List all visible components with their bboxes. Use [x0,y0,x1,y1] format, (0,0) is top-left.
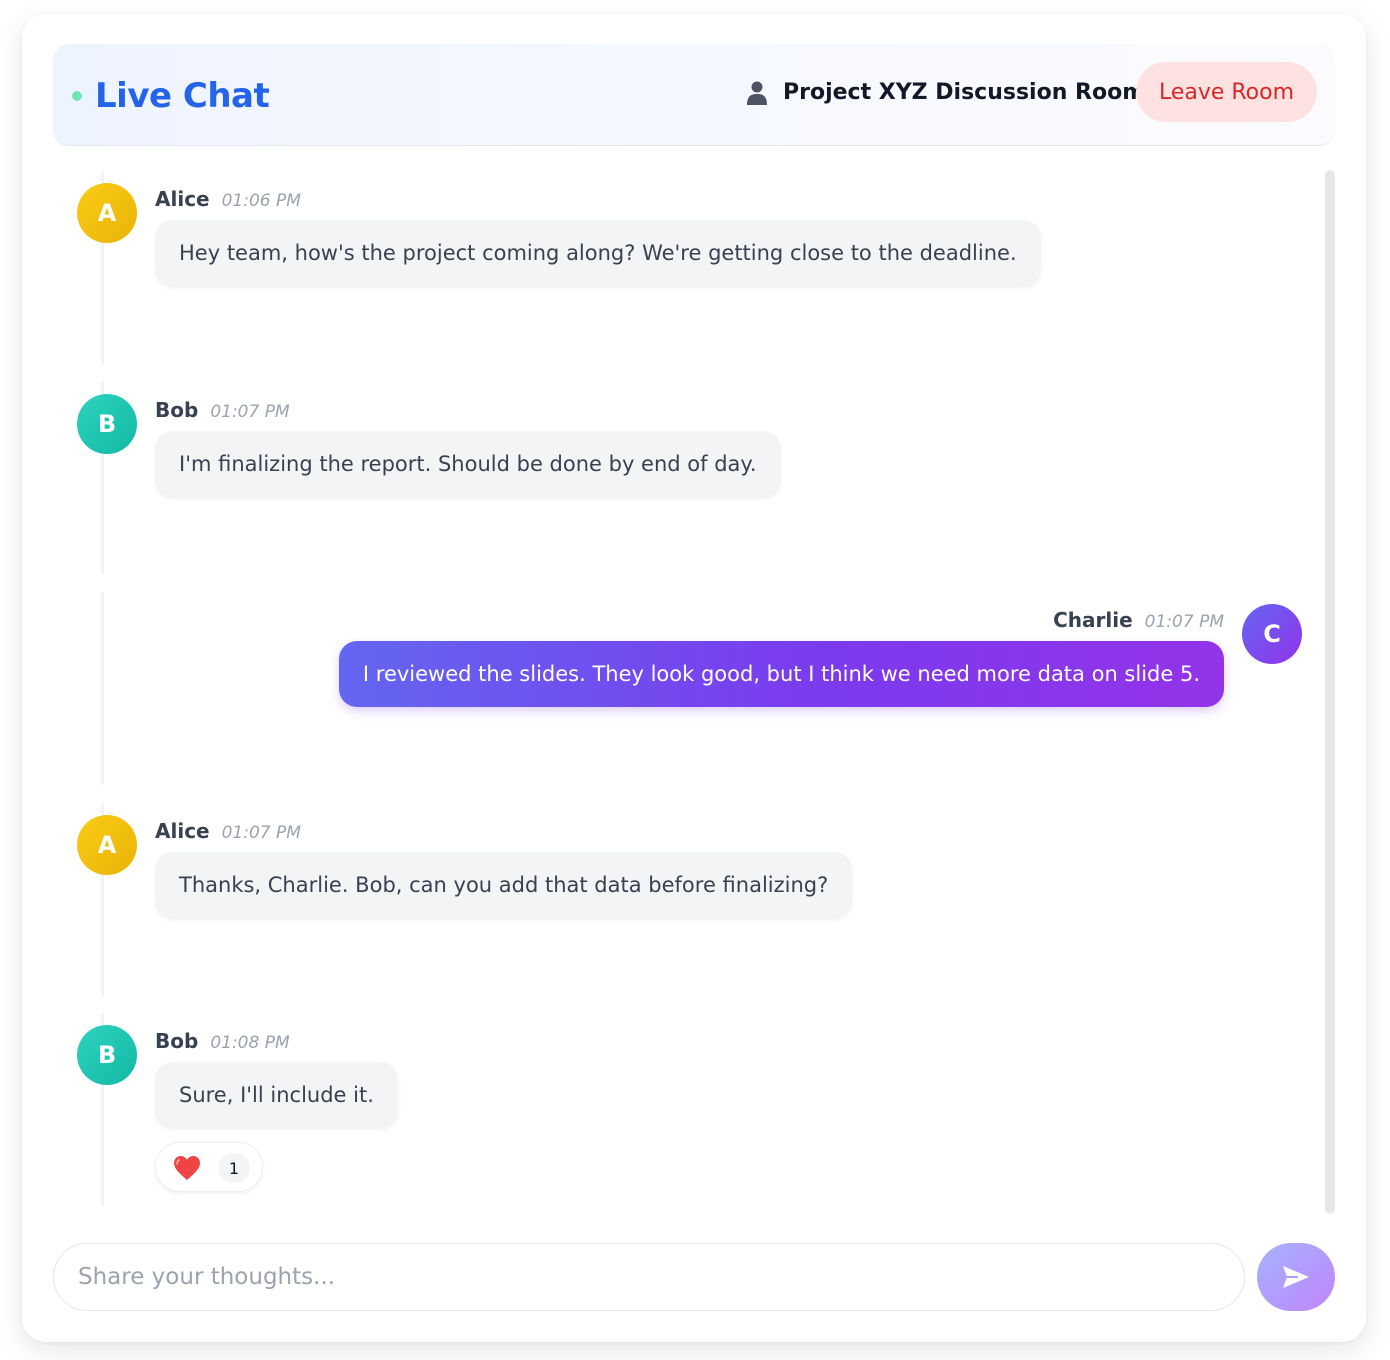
room-name: Project XYZ Discussion Room [783,80,1146,105]
avatar: B [77,394,137,454]
message-author: Bob [155,398,199,422]
message-bubble: I'm finalizing the report. Should be don… [155,431,781,497]
message-time: 01:06 PM [221,191,301,211]
message-time: 01:07 PM [221,823,301,843]
message-bubble-own: I reviewed the slides. They look good, b… [338,641,1224,707]
leave-room-button[interactable]: Leave Room [1136,62,1317,122]
online-status-dot [72,91,82,101]
avatar: B [77,1025,137,1085]
message-author: Charlie [1053,608,1133,632]
message-time: 01:08 PM [210,1033,290,1053]
message-author: Alice [155,819,210,843]
reaction-count: 1 [218,1153,250,1183]
send-button[interactable] [1257,1243,1335,1311]
send-icon [1283,1266,1309,1288]
message-time: 01:07 PM [210,402,290,422]
message-input[interactable] [53,1243,1245,1311]
avatar: A [77,183,137,243]
heart-icon [174,1156,200,1180]
thread-line [101,592,104,785]
avatar: A [77,815,137,875]
message-meta: Charlie 01:07 PM [1053,608,1224,634]
message-meta: Bob 01:07 PM [155,398,290,424]
message-meta: Alice 01:06 PM [155,187,301,213]
message-meta: Bob 01:08 PM [155,1029,290,1055]
avatar: C [1242,604,1302,664]
message-bubble: Hey team, how's the project coming along… [155,220,1041,286]
message-meta: Alice 01:07 PM [155,819,301,845]
message-time: 01:07 PM [1144,612,1224,632]
message-bubble: Thanks, Charlie. Bob, can you add that d… [155,852,853,918]
heart-reaction[interactable]: 1 [155,1142,263,1192]
message-author: Alice [155,187,210,211]
chat-header: Live Chat Project XYZ Discussion Room Le… [53,44,1335,146]
page-title: Live Chat [95,76,270,116]
message-author: Bob [155,1029,199,1053]
chat-window: Live Chat Project XYZ Discussion Room Le… [22,14,1366,1342]
user-icon [747,81,767,105]
messages-scrollbar[interactable] [1325,170,1335,1214]
message-bubble: Sure, I'll include it. [155,1062,398,1128]
